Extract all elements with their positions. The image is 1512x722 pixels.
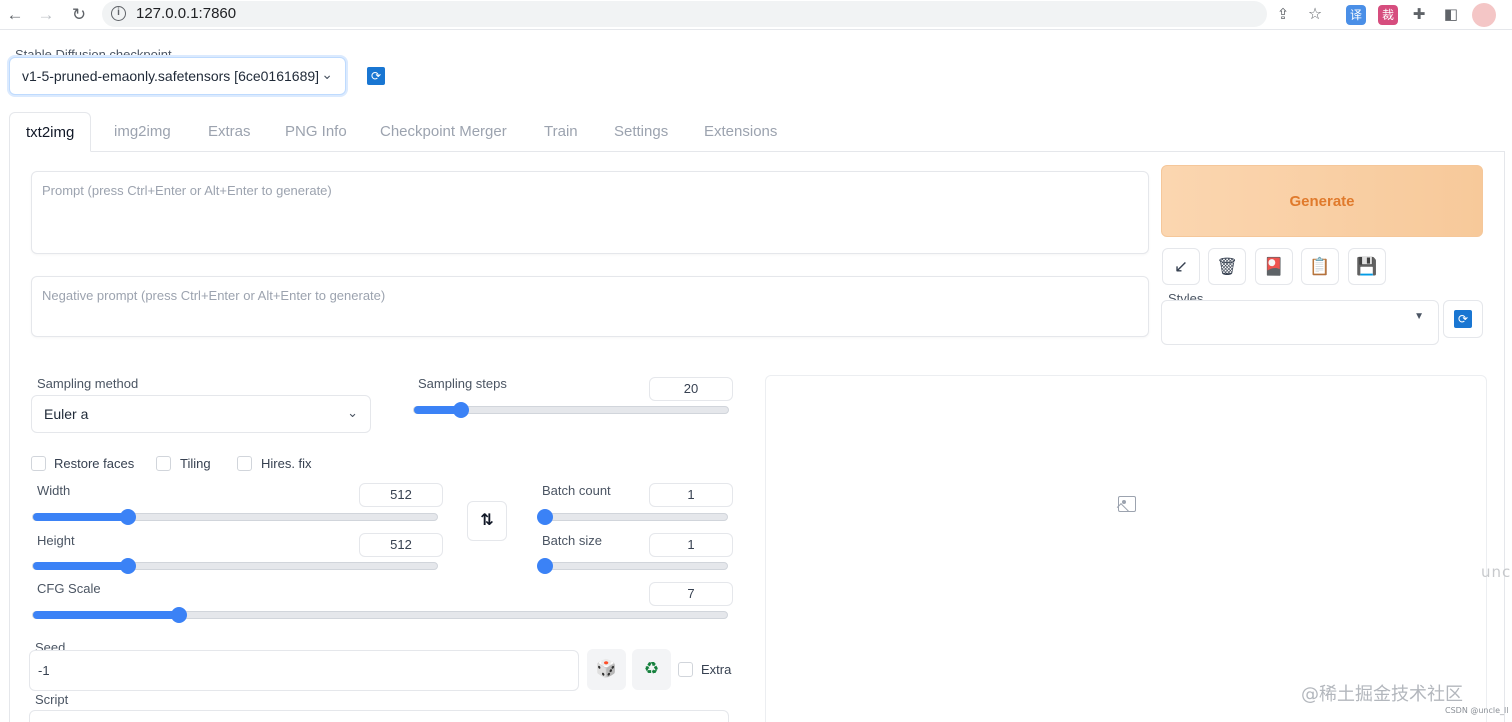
hires-fix-checkbox[interactable] [237, 456, 252, 471]
sampling-method-select[interactable]: Euler a ⌄ [31, 395, 371, 433]
address-bar[interactable]: i 127.0.0.1:7860 [102, 1, 1267, 27]
browser-toolbar: ← → ↻ i 127.0.0.1:7860 ⇪ ☆ 译 裁 ✚ ◧ [0, 0, 1512, 30]
batch-size-slider[interactable] [537, 558, 728, 574]
slider-thumb[interactable] [537, 558, 553, 574]
read-params-arrow-icon[interactable]: ↙ [1162, 248, 1200, 285]
trash-icon[interactable]: 🗑 [1208, 248, 1246, 285]
tab-checkpoint-merger[interactable]: Checkpoint Merger [364, 112, 523, 152]
batch-count-label: Batch count [542, 483, 611, 498]
cfg-scale-label: CFG Scale [37, 581, 101, 596]
generate-button[interactable]: Generate [1161, 165, 1483, 237]
checkpoint-value: v1-5-pruned-emaonly.safetensors [6ce0161… [22, 68, 320, 84]
tab-train[interactable]: Train [528, 112, 594, 152]
tiling-checkbox[interactable] [156, 456, 171, 471]
negative-prompt-input[interactable]: Negative prompt (press Ctrl+Enter or Alt… [31, 276, 1149, 337]
width-label: Width [37, 483, 71, 498]
bookmark-star-icon[interactable]: ☆ [1304, 4, 1326, 26]
slider-thumb[interactable] [119, 558, 136, 574]
juejin-watermark: @稀土掘金技术社区 [1301, 684, 1463, 705]
width-slider[interactable] [32, 509, 438, 525]
extra-seed-checkbox[interactable] [678, 662, 693, 677]
profile-avatar[interactable] [1472, 3, 1496, 27]
sampling-steps-input[interactable]: 20 [649, 377, 733, 401]
refresh-icon: ⟳ [1454, 310, 1472, 328]
prompt-input[interactable]: Prompt (press Ctrl+Enter or Alt+Enter to… [31, 171, 1149, 254]
tab-txt2img[interactable]: txt2img [9, 112, 92, 152]
seed-input[interactable]: -1 [29, 650, 579, 691]
csdn-watermark: CSDN @uncle_ll [1445, 706, 1509, 715]
styles-refresh-button[interactable]: ⟳ [1443, 300, 1483, 338]
script-label: Script [35, 692, 69, 707]
hires-fix-label: Hires. fix [261, 456, 312, 471]
slider-fill [33, 611, 179, 619]
slider-thumb[interactable] [537, 509, 553, 525]
restore-faces-checkbox[interactable] [31, 456, 46, 471]
screenshot-extension-icon[interactable]: 裁 [1378, 5, 1398, 25]
extensions-puzzle-icon[interactable]: ✚ [1408, 4, 1430, 26]
image-placeholder-icon [1118, 496, 1136, 512]
negative-prompt-placeholder: Negative prompt (press Ctrl+Enter or Alt… [42, 288, 386, 303]
tab-extras[interactable]: Extras [192, 112, 267, 152]
slider-thumb[interactable] [170, 607, 187, 623]
swap-dimensions-button[interactable]: ⇅ [467, 501, 507, 541]
checkpoint-select[interactable]: v1-5-pruned-emaonly.safetensors [6ce0161… [9, 57, 346, 95]
cfg-scale-slider[interactable] [32, 607, 728, 623]
back-icon[interactable]: ← [4, 4, 26, 26]
cfg-scale-input[interactable]: 7 [649, 582, 733, 606]
chevron-down-icon: ⌄ [347, 405, 358, 420]
sampling-method-label: Sampling method [37, 376, 139, 391]
tab-settings[interactable]: Settings [598, 112, 684, 152]
site-info-icon[interactable]: i [111, 6, 126, 21]
clipboard-icon[interactable]: 📋 [1301, 248, 1339, 285]
output-gallery [765, 375, 1487, 722]
restore-faces-label: Restore faces [54, 456, 135, 471]
tab-img2img[interactable]: img2img [98, 112, 187, 152]
prompt-placeholder: Prompt (press Ctrl+Enter or Alt+Enter to… [42, 183, 332, 198]
translate-extension-icon[interactable]: 译 [1346, 5, 1366, 25]
refresh-checkpoint-icon[interactable]: ⟳ [367, 67, 385, 85]
main-tabs: txt2img img2img Extras PNG Info Checkpoi… [9, 112, 1505, 152]
caret-down-icon: ▼ [1414, 311, 1424, 322]
save-style-icon[interactable]: 💾 [1348, 248, 1386, 285]
tab-extensions[interactable]: Extensions [688, 112, 793, 152]
random-seed-dice-icon[interactable]: 🎲 [587, 649, 626, 690]
batch-count-slider[interactable] [537, 509, 728, 525]
tiling-label: Tiling [180, 456, 211, 471]
forward-icon[interactable]: → [35, 4, 57, 26]
slider-thumb[interactable] [119, 509, 136, 525]
tab-png-info[interactable]: PNG Info [269, 112, 363, 152]
side-panel-icon[interactable]: ◧ [1440, 4, 1462, 26]
styles-dropdown[interactable]: ▼ [1161, 300, 1439, 345]
seed-value: -1 [38, 663, 50, 678]
sampling-method-value: Euler a [44, 406, 89, 422]
slider-fill [33, 562, 128, 570]
batch-count-input[interactable]: 1 [649, 483, 733, 507]
sampling-steps-slider[interactable] [413, 402, 729, 418]
extra-seed-label: Extra [701, 662, 732, 677]
sampling-steps-label: Sampling steps [418, 376, 507, 391]
batch-size-input[interactable]: 1 [649, 533, 733, 557]
width-input[interactable]: 512 [359, 483, 443, 507]
side-watermark: unc [1481, 563, 1512, 581]
height-label: Height [37, 533, 75, 548]
script-select[interactable] [29, 710, 729, 722]
share-icon[interactable]: ⇪ [1272, 4, 1294, 26]
slider-thumb[interactable] [453, 402, 470, 418]
chevron-down-icon: ⌄ [321, 66, 333, 82]
batch-size-label: Batch size [542, 533, 602, 548]
extra-networks-card-icon[interactable]: 🎴 [1255, 248, 1293, 285]
reload-icon[interactable]: ↻ [68, 4, 90, 26]
slider-fill [33, 513, 128, 521]
reuse-seed-recycle-icon[interactable]: ♻ [632, 649, 671, 690]
height-input[interactable]: 512 [359, 533, 443, 557]
url-text: 127.0.0.1:7860 [136, 5, 237, 22]
height-slider[interactable] [32, 558, 438, 574]
